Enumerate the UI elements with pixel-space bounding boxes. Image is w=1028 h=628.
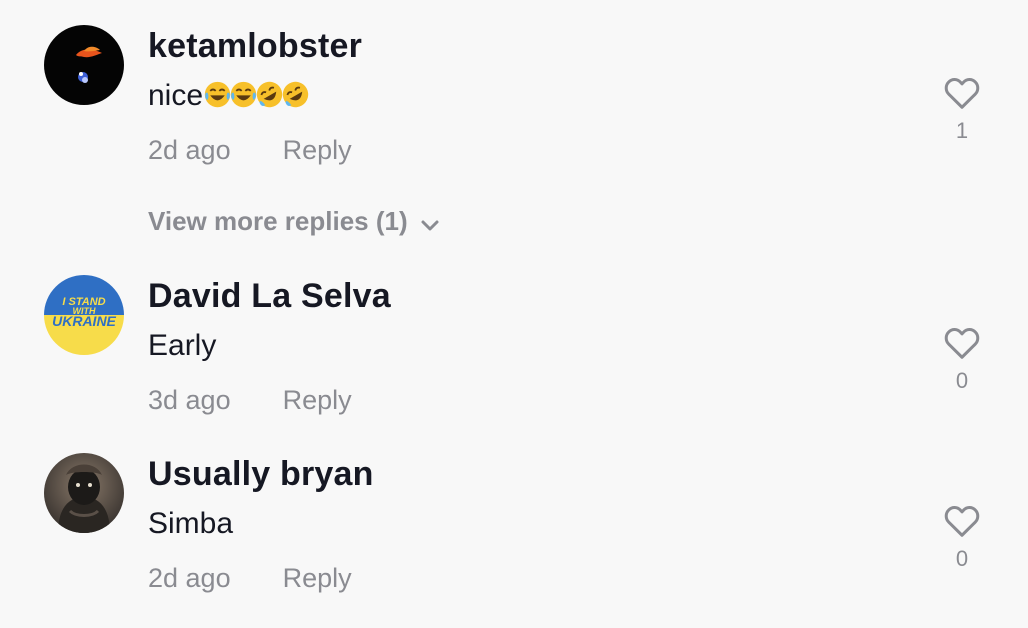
avatar[interactable] [44,453,124,533]
avatar-image [44,25,124,105]
avatar-image [44,453,124,533]
like-button[interactable]: 1 [938,76,986,144]
view-more-replies-label: View more replies (1) [148,206,408,236]
avatar[interactable] [44,25,124,105]
comment-list: ketamlobster nice 2d ago Reply 1 View mor… [0,0,1028,628]
avatar-text-line: UKRAINE [52,313,116,329]
rolling-laughing-emoji-icon [282,81,309,108]
comment-timestamp: 2d ago [148,563,231,593]
reply-button[interactable]: Reply [283,563,352,593]
like-button[interactable]: 0 [938,326,986,394]
comment-text: Simba [148,507,234,540]
like-count: 0 [955,368,969,393]
heart-outline-icon[interactable] [944,326,980,360]
tears-of-joy-emoji-icon [204,81,231,108]
comment-text: Early [148,329,217,362]
comment-text: nice [148,79,309,113]
like-count: 0 [955,546,969,571]
comment-timestamp: 3d ago [148,385,231,415]
comment-meta: 2d ago Reply [148,563,352,594]
chevron-down-icon [421,220,439,231]
comment-text-body: nice [148,79,204,112]
comment-username[interactable]: Usually bryan [148,455,374,494]
comment-timestamp: 2d ago [148,135,231,165]
like-count: 1 [955,118,969,143]
comment-meta: 3d ago Reply [148,385,352,416]
comment-username[interactable]: ketamlobster [148,27,362,66]
heart-outline-icon[interactable] [944,504,980,538]
reply-button[interactable]: Reply [283,385,352,415]
heart-outline-icon[interactable] [944,76,980,110]
comment-meta: 2d ago Reply [148,135,352,166]
tears-of-joy-emoji-icon [230,81,257,108]
view-more-replies-button[interactable]: View more replies (1) [148,206,440,237]
reply-button[interactable]: Reply [283,135,352,165]
avatar-image: I STAND WITH UKRAINE [44,275,124,355]
rolling-laughing-emoji-icon [256,81,283,108]
comment-username[interactable]: David La Selva [148,277,391,316]
like-button[interactable]: 0 [938,504,986,572]
avatar[interactable]: I STAND WITH UKRAINE [44,275,124,355]
